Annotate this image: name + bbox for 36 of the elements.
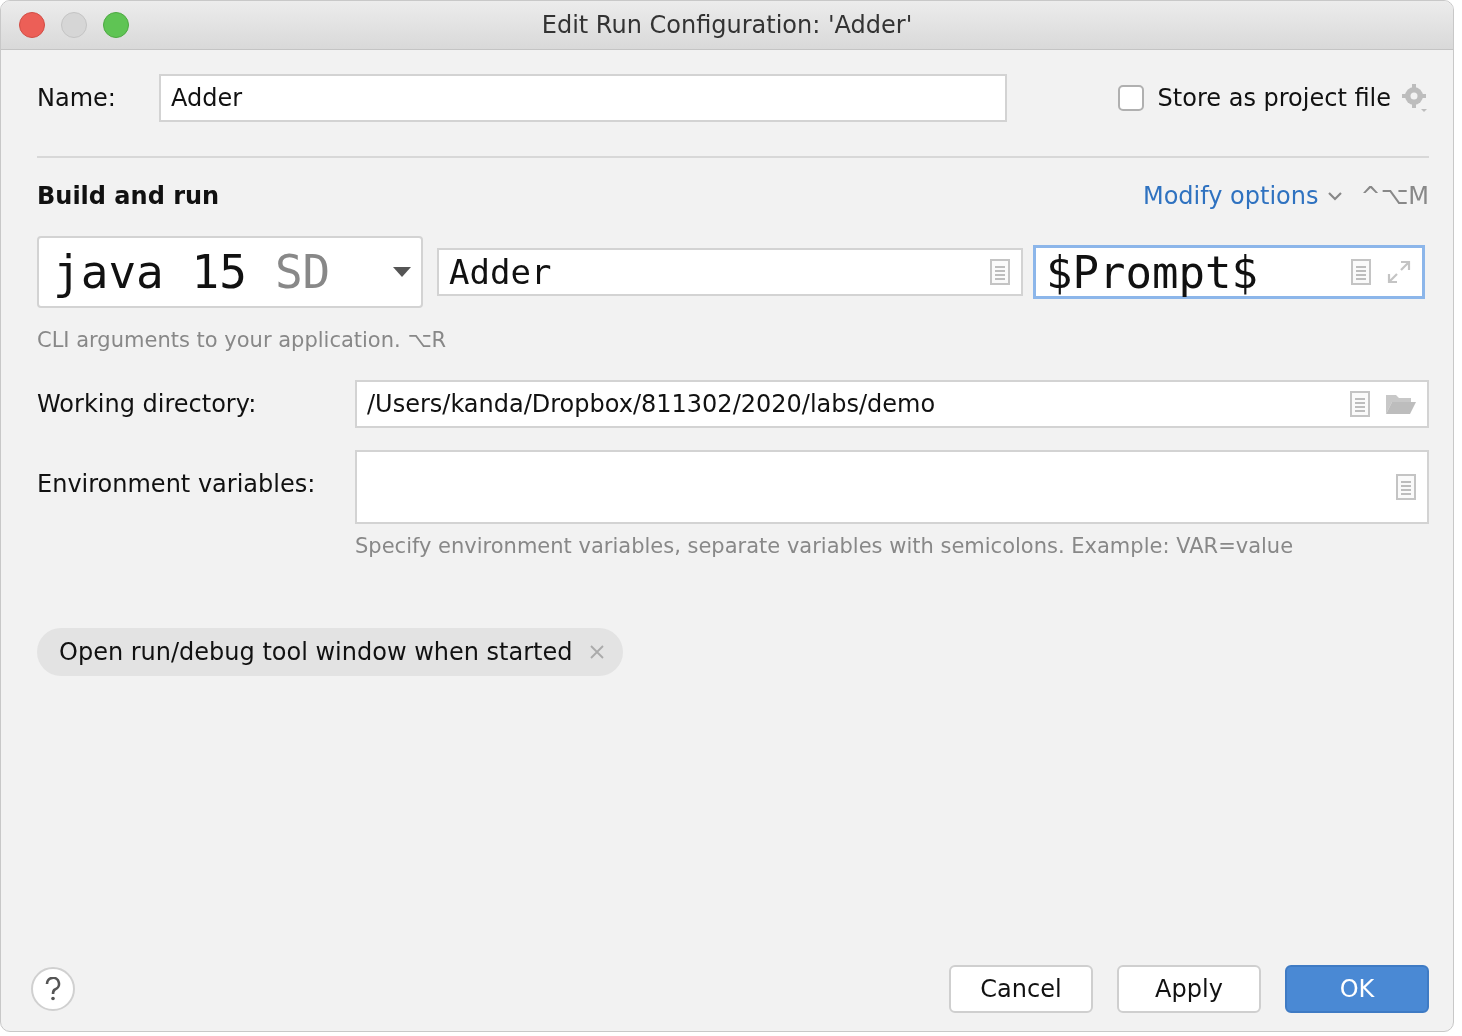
checkbox-label: Store as project file	[1157, 84, 1391, 112]
checkbox[interactable]	[1117, 85, 1144, 111]
working-directory-field[interactable]: /Users/kanda/Dropbox/811302/2020/labs/demo	[355, 380, 1429, 428]
question-mark-icon	[45, 977, 61, 1001]
tag-label: Open run/debug tool window when started	[59, 638, 573, 666]
name-field[interactable]: Adder	[159, 74, 1007, 122]
close-window-button[interactable]	[19, 12, 45, 38]
caret-icon	[393, 267, 411, 277]
minimize-window-button[interactable]	[61, 12, 87, 38]
dialog-button[interactable]: Cancel	[949, 965, 1093, 1013]
close-icon[interactable]	[588, 644, 605, 660]
jdk-dropdown[interactable]: java 15 SD	[37, 236, 423, 308]
document-icon[interactable]	[1395, 474, 1417, 500]
folder-icon[interactable]	[1385, 392, 1417, 416]
modify-options-link[interactable]: Modify options	[1142, 182, 1319, 210]
hint-text: Specify environment variables, separate variables with semicolons. Example: VAR=value	[355, 534, 1295, 558]
window-title: Edit Run Configuration: 'Adder'	[541, 11, 913, 39]
environment-variables-field[interactable]	[355, 450, 1429, 524]
zoom-window-button[interactable]	[103, 12, 129, 38]
shortcut-label: ^⌥M	[1360, 182, 1429, 210]
program-arguments-field[interactable]: $Prompt$	[1033, 245, 1425, 299]
hint-text: CLI arguments to your application. ⌥R	[37, 328, 448, 352]
main-class-field[interactable]: Adder	[437, 248, 1023, 296]
expand-icon[interactable]	[1386, 259, 1412, 285]
document-icon[interactable]	[1349, 391, 1371, 417]
help-button[interactable]	[31, 967, 75, 1011]
dialog-button[interactable]: Apply	[1117, 965, 1261, 1013]
field-label: Working directory:	[37, 390, 258, 418]
field-label: Environment variables:	[37, 470, 317, 498]
document-icon[interactable]	[989, 259, 1011, 285]
document-icon[interactable]	[1350, 259, 1372, 285]
name-label: Name:	[37, 84, 117, 112]
chevron-down-icon	[1326, 191, 1343, 201]
dialog-button[interactable]: OK	[1285, 965, 1429, 1013]
section-title: Build and run	[37, 182, 220, 210]
gear-icon[interactable]	[1401, 83, 1429, 113]
